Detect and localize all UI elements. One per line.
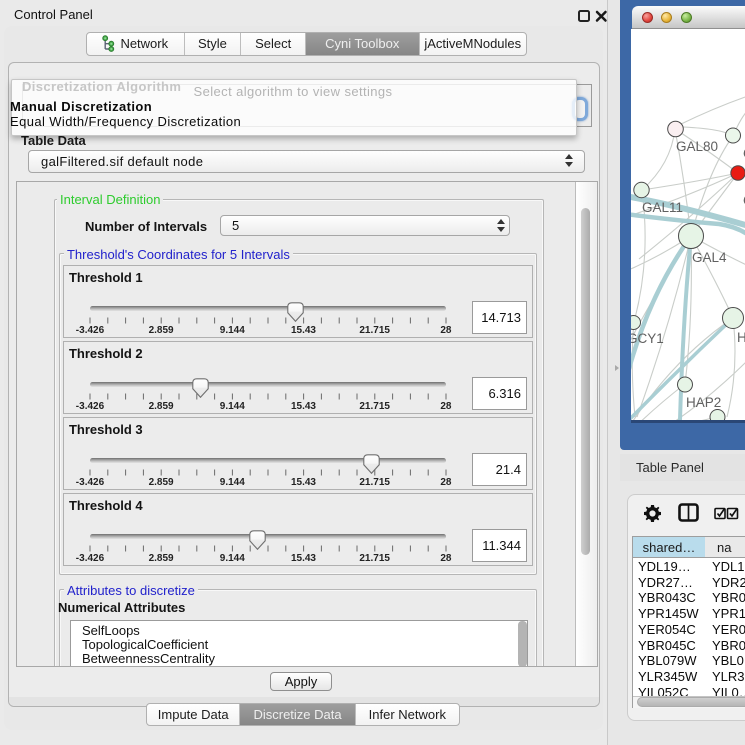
- svg-text:GAL4: GAL4: [692, 250, 727, 265]
- svg-text:H: H: [737, 330, 745, 345]
- svg-text:GAL11: GAL11: [642, 200, 683, 215]
- svg-text:HAP2: HAP2: [686, 395, 721, 410]
- svg-text:GCY1: GCY1: [631, 331, 664, 346]
- svg-text:GAL80: GAL80: [676, 139, 718, 154]
